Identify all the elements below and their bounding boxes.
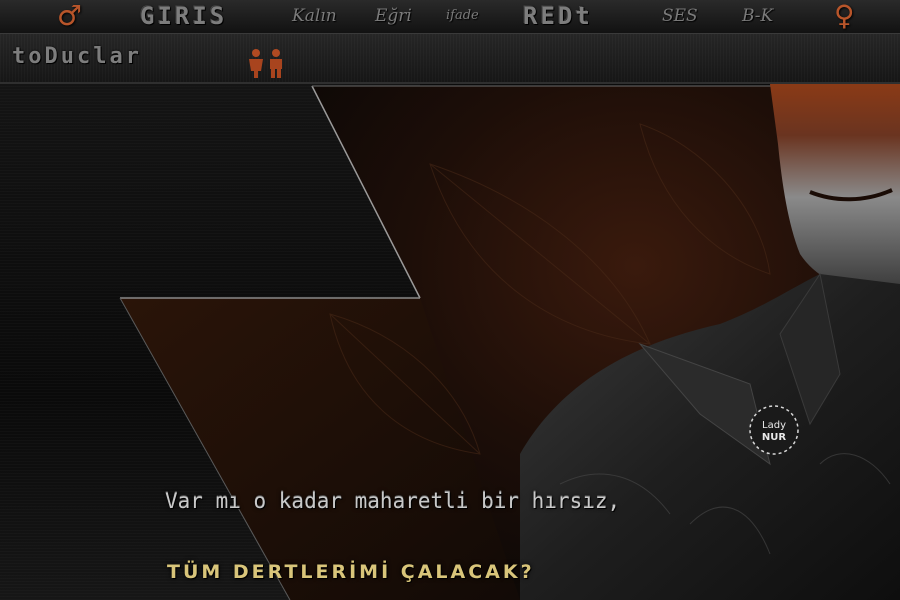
sound-button[interactable]: SES	[662, 3, 698, 29]
female-icon[interactable]: ♀	[834, 0, 855, 32]
emoticon-button[interactable]: ifade	[446, 3, 479, 29]
badge-text-2: NUR	[762, 432, 786, 443]
male-icon[interactable]: ♂	[57, 0, 82, 32]
chat-background: Lady NUR Var mı o kadar maharetli bir hı…	[0, 84, 900, 600]
lyric-line-2: TÜM DERTLERİMİ ÇALACAK?	[167, 561, 535, 583]
top-toolbar: ♂ GIRIS Kalın Eğri ifade REDt SES B-K ♀	[0, 0, 900, 34]
users-label[interactable]: toDuclar	[12, 44, 142, 69]
lyric-line-1: Var mı o kadar maharetli bir hırsız,	[165, 489, 621, 513]
italic-button[interactable]: Eğri	[375, 3, 412, 29]
bold-button[interactable]: Kalın	[292, 3, 337, 29]
lady-nur-badge: Lady NUR	[748, 404, 800, 456]
users-icon[interactable]	[242, 48, 290, 78]
portrait-image	[520, 84, 900, 600]
private-chat-button[interactable]: B-K	[742, 3, 773, 29]
login-button[interactable]: GIRIS	[140, 3, 227, 29]
app-window: ♂ GIRIS Kalın Eğri ifade REDt SES B-K ♀ …	[0, 0, 900, 600]
color-button[interactable]: REDt	[523, 3, 593, 29]
badge-text-1: Lady	[762, 420, 786, 431]
users-bar: toDuclar	[0, 34, 900, 84]
